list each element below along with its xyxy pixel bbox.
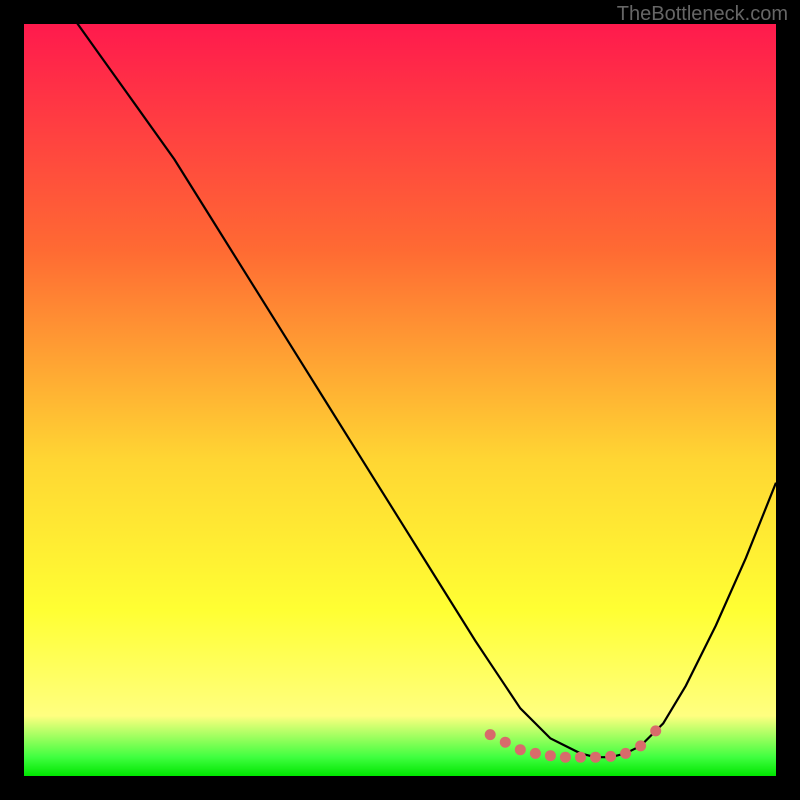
highlight-dot [575,752,586,763]
highlight-dot [515,744,526,755]
highlight-dot [545,750,556,761]
bottleneck-curve [24,24,776,757]
highlight-dot [650,725,661,736]
highlight-dots [485,725,662,762]
highlight-dot [605,751,616,762]
highlight-dot [635,740,646,751]
plot-area [24,24,776,776]
curve-layer [24,24,776,776]
highlight-dot [620,748,631,759]
highlight-dot [530,748,541,759]
watermark-text: TheBottleneck.com [617,3,788,26]
highlight-dot [485,729,496,740]
highlight-dot [560,752,571,763]
chart-container: TheBottleneck.com [0,0,800,800]
highlight-dot [500,737,511,748]
highlight-dot [590,752,601,763]
